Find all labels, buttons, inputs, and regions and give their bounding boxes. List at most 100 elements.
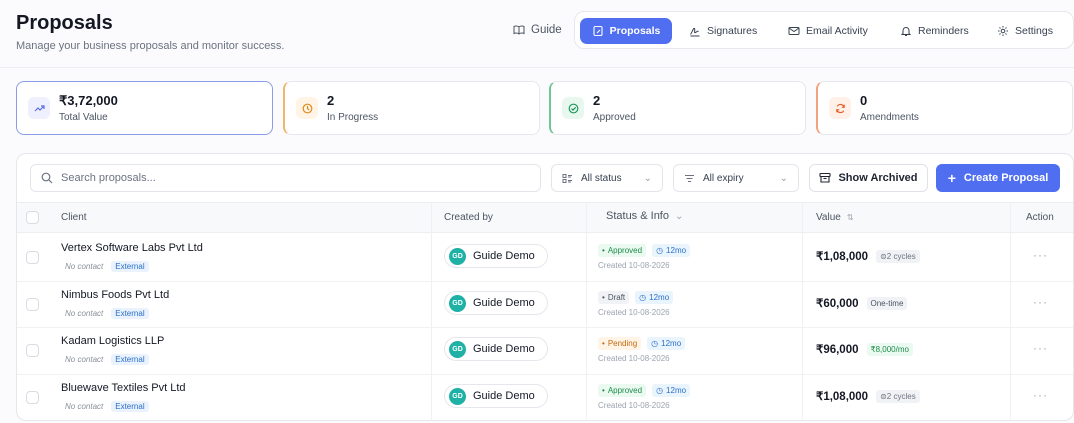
proposal-value: ₹60,000 [816,298,859,310]
row-checkbox[interactable] [26,251,39,264]
created-date: Created 10-08-2026 [598,261,670,270]
duration-text: 12mo [666,246,687,255]
value-cell: ₹1,08,000 ⊜2 cycles [816,389,920,403]
stat-card-total-value[interactable]: ₹3,72,000 Total Value [16,81,273,135]
external-tag: External [111,354,149,365]
client-name[interactable]: Vertex Software Labs Pvt Ltd [61,242,203,254]
client-name[interactable]: Bluewave Textiles Pvt Ltd [61,382,186,394]
status-text: Pending [607,339,638,348]
clock-icon: ◷ [639,293,647,302]
billing-badge: One-time [866,296,908,310]
avatar: GD [449,247,466,265]
cycle-icon: ⊜ [880,251,887,261]
expiry-filter[interactable]: All expiry ⌄ [673,164,799,192]
check-circle-icon [562,97,584,119]
value-header-label: Value [816,212,841,223]
creator-chip[interactable]: GD Guide Demo [444,244,548,268]
stat-label: In Progress [327,112,379,123]
client-meta: No contact External [65,401,149,412]
search-input[interactable] [61,172,501,184]
stat-label: Amendments [860,112,919,123]
filter-icon [685,174,694,182]
billing-badge: ⊜2 cycles [876,249,920,263]
contact-text: No contact [65,262,104,271]
clock-icon: ◷ [656,246,664,255]
billing-text: 2 cycles [886,391,916,401]
table-header [17,202,1073,233]
create-proposal-label: Create Proposal [963,172,1049,184]
tab-proposals-label: Proposals [609,25,661,37]
status-text: Approved [607,246,643,255]
duration-badge: ◷ 12mo [652,384,691,397]
gear-icon [998,26,1008,36]
search-box[interactable] [30,164,541,192]
nav-tabs: Proposals Signatures Email Activity Remi… [574,11,1074,49]
expiry-filter-value: All expiry [703,172,744,184]
row-checkbox[interactable] [26,344,39,357]
show-archived-button[interactable]: Show Archived [809,164,928,192]
mail-icon [788,27,800,35]
more-actions-icon[interactable]: ··· [1033,388,1048,402]
signature-icon [690,27,700,37]
creator-chip[interactable]: GD Guide Demo [444,291,548,315]
billing-text: 2 cycles [886,251,916,261]
more-actions-icon[interactable]: ··· [1033,341,1048,355]
avatar: GD [449,387,466,405]
status-filter-value: All status [581,172,622,184]
search-icon [41,172,53,184]
tab-proposals[interactable]: Proposals [580,18,672,44]
clock-icon: ◷ [651,339,659,348]
status-dot-icon: • [602,293,605,302]
tab-signatures[interactable]: Signatures [681,18,765,44]
creator-chip[interactable]: GD Guide Demo [444,337,548,361]
column-divider [1010,202,1011,421]
client-name[interactable]: Kadam Logistics LLP [61,335,164,347]
status-info: • Approved ◷ 12mo [598,384,691,397]
row-divider [17,281,1073,282]
creator-name: Guide Demo [473,343,535,355]
create-proposal-button[interactable]: + Create Proposal [936,164,1060,192]
client-name[interactable]: Nimbus Foods Pvt Ltd [61,289,169,301]
status-info: • Approved ◷ 12mo [598,244,691,257]
status-info: • Pending ◷ 12mo [598,337,686,350]
duration-text: 12mo [649,293,670,302]
column-header-value[interactable]: Value ⇅ [816,212,854,223]
tab-settings-label: Settings [1015,25,1053,37]
created-date: Created 10-08-2026 [598,401,670,410]
column-divider [431,202,432,421]
tab-reminders-label: Reminders [918,25,969,37]
more-actions-icon[interactable]: ··· [1033,248,1048,262]
billing-badge: ₹8,000/mo [866,342,913,356]
status-text: Approved [607,386,643,395]
tab-email-activity[interactable]: Email Activity [780,18,876,44]
select-all-checkbox[interactable] [26,211,39,224]
page-subtitle: Manage your business proposals and monit… [16,40,285,52]
duration-badge: ◷ 12mo [652,244,691,257]
row-checkbox[interactable] [26,391,39,404]
external-tag: External [111,261,149,272]
stat-card-amendments[interactable]: 0 Amendments [816,81,1073,135]
header-divider [0,67,1074,68]
book-icon [513,25,525,35]
stat-card-approved[interactable]: 2 Approved [549,81,806,135]
proposal-value: ₹1,08,000 [816,391,869,403]
more-actions-icon[interactable]: ··· [1033,295,1048,309]
refresh-icon [829,97,851,119]
clock-icon [296,97,318,119]
value-cell: ₹96,000 ₹8,000/mo [816,342,913,356]
tab-reminders[interactable]: Reminders [892,18,977,44]
status-dot-icon: • [602,246,605,255]
guide-link[interactable]: Guide [505,17,570,43]
stat-card-in-progress[interactable]: 2 In Progress [283,81,540,135]
row-checkbox[interactable] [26,298,39,311]
bell-icon [900,27,912,36]
stat-value: ₹3,72,000 [59,93,118,108]
column-header-status[interactable]: Status & Info ⌄ [606,210,683,222]
created-date: Created 10-08-2026 [598,308,670,317]
tab-signatures-label: Signatures [707,25,758,37]
stat-label: Approved [593,112,636,123]
status-filter[interactable]: All status ⌄ [551,164,663,192]
tab-settings[interactable]: Settings [989,18,1061,44]
archive-icon [819,172,832,183]
creator-chip[interactable]: GD Guide Demo [444,384,548,408]
